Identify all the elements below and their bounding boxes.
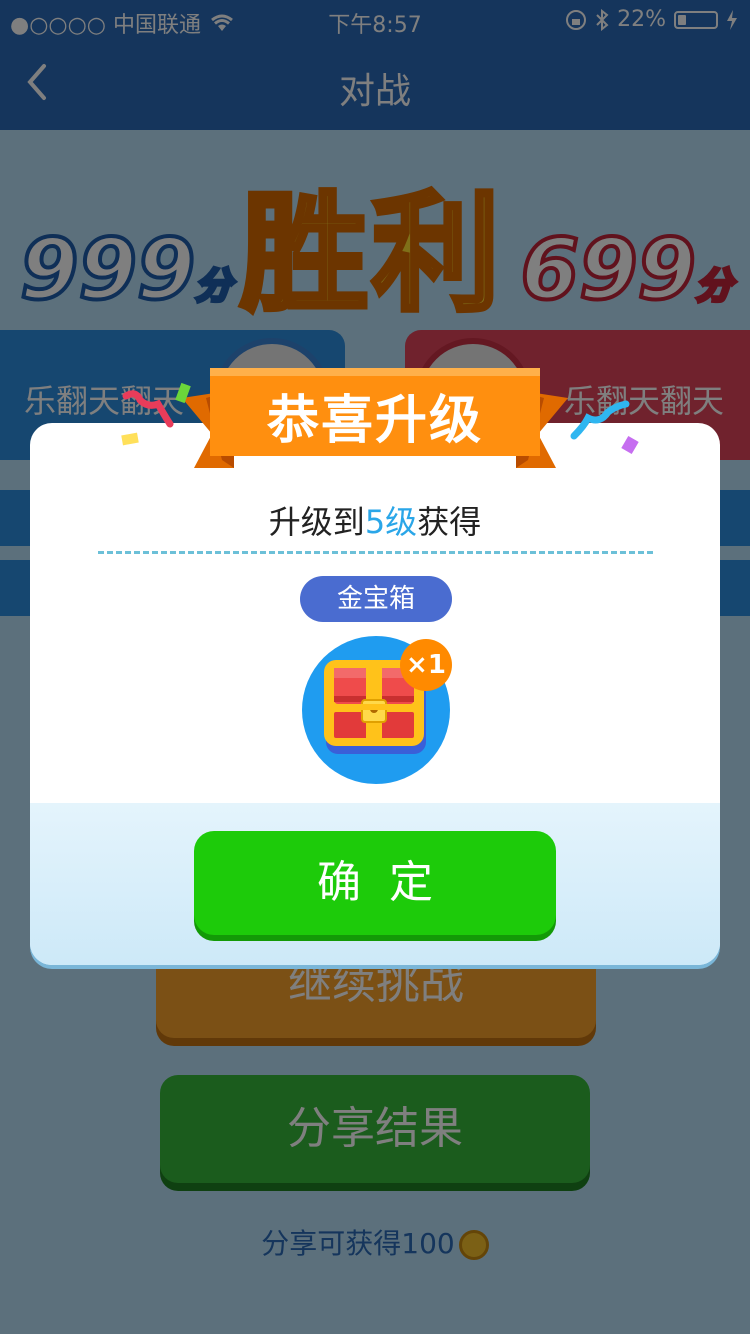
level-up-dialog: 升级到5级获得 金宝箱 ×1 确定 xyxy=(30,423,720,965)
confetti-left xyxy=(121,382,191,446)
confetti-right xyxy=(570,400,639,455)
dashed-divider xyxy=(98,551,653,554)
confirm-button[interactable]: 确定 xyxy=(194,831,556,935)
dialog-subtitle: 升级到5级获得 xyxy=(30,497,720,543)
subtitle-suffix: 获得 xyxy=(417,503,482,541)
reward-count-badge: ×1 xyxy=(400,639,452,691)
reward-name-badge: 金宝箱 xyxy=(300,576,452,622)
dialog-title: 恭喜升级 xyxy=(266,391,483,451)
subtitle-prefix: 升级到 xyxy=(268,503,365,541)
level-value: 5级 xyxy=(364,503,418,541)
